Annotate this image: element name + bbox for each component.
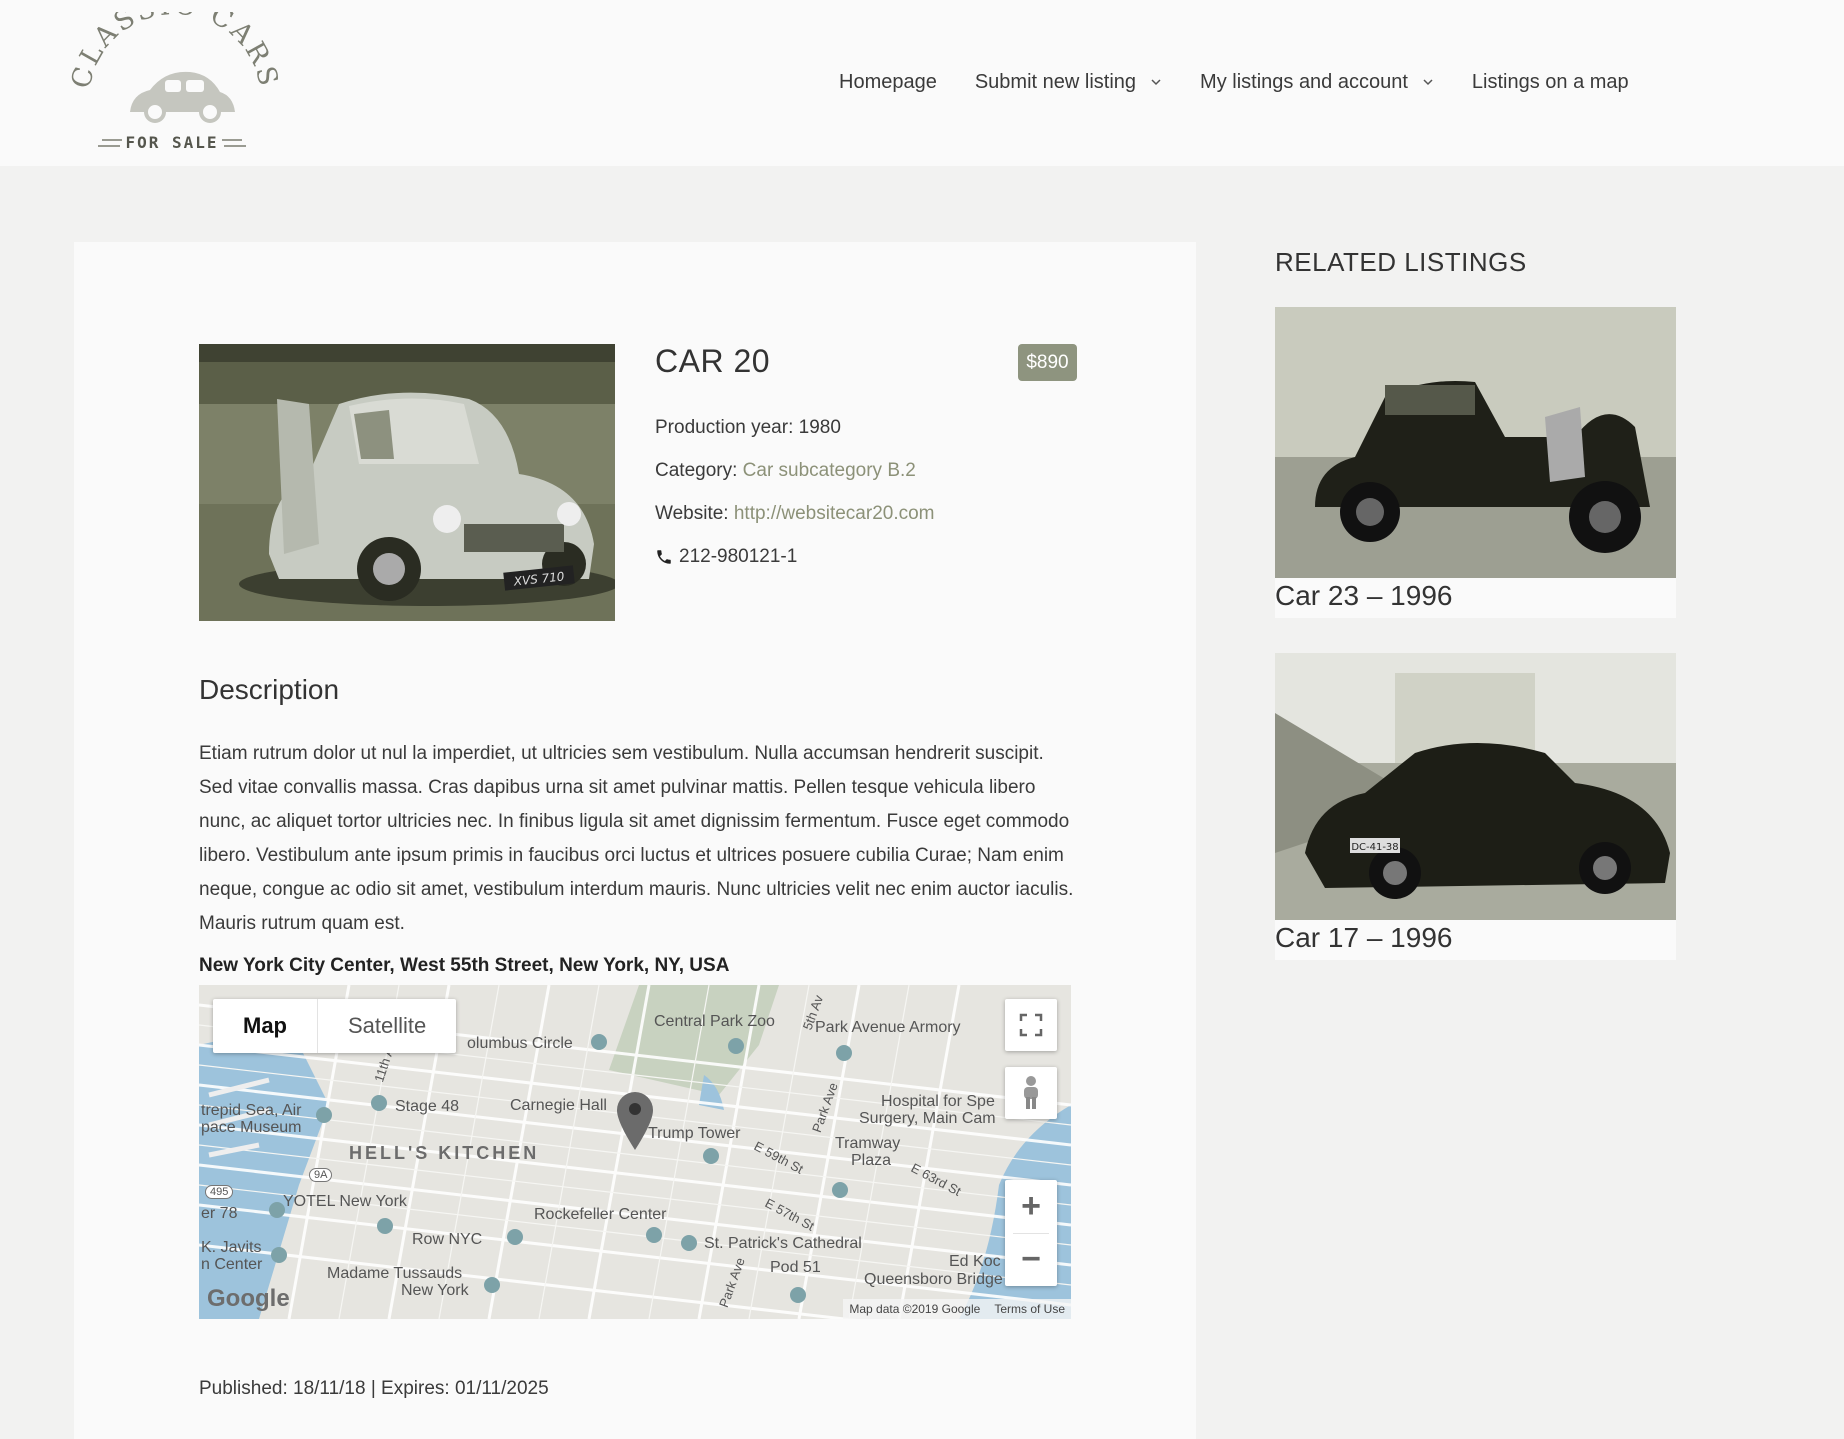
map-label: Park Avenue Armory [815, 1019, 961, 1036]
street-view-pegman-button[interactable] [1005, 1067, 1057, 1119]
nav-label: Submit new listing [974, 70, 1137, 93]
map-label: n Center [201, 1256, 263, 1273]
map-type-map-button[interactable]: Map [213, 999, 318, 1053]
related-listings-heading: RELATED LISTINGS [1275, 247, 1527, 277]
listing-title: CAR 20 [655, 343, 771, 379]
map-label: Hospital for Spe [881, 1093, 995, 1110]
map-label: Stage 48 [395, 1098, 460, 1115]
production-year-label: Production year: [655, 417, 794, 438]
production-year-value: 1980 [798, 417, 841, 438]
map-label: er 78 [201, 1205, 238, 1222]
map-label: Pod 51 [770, 1259, 821, 1276]
map-label: New York [401, 1282, 469, 1299]
map-label: Carnegie Hall [510, 1097, 607, 1114]
related-listing-title[interactable]: Car 17 – 1996 [1275, 920, 1676, 960]
chevron-down-icon [1151, 79, 1161, 86]
website-field: Website: http://websitecar20.com [655, 503, 935, 525]
website-link[interactable]: http://websitecar20.com [734, 503, 935, 524]
related-listing-title[interactable]: Car 23 – 1996 [1275, 578, 1676, 618]
price-badge: $890 [1018, 344, 1077, 381]
map-label: Queensboro Bridge [864, 1271, 1003, 1288]
map-label: Rockefeller Center [534, 1206, 667, 1223]
category-field: Category: Car subcategory B.2 [655, 460, 916, 482]
related-listing-image[interactable]: DC-41-38 [1275, 653, 1676, 920]
map-label: Surgery, Main Cam [859, 1110, 996, 1127]
published-dates: Published: 18/11/18 | Expires: 01/11/202… [199, 1378, 549, 1399]
map-route-shield: 9A [309, 1168, 333, 1182]
related-listing-card[interactable]: Car 23 – 1996 [1275, 307, 1676, 618]
fullscreen-icon [1019, 1013, 1043, 1037]
site-logo[interactable]: CLASSIC CARS FOR SALE [66, 0, 282, 157]
map-label: Ed Koc [949, 1253, 1001, 1270]
nav-item-homepage[interactable]: Homepage [839, 71, 937, 94]
main-nav: Homepage Submit new listing My listings … [839, 64, 1629, 100]
map-data-text: Map data ©2019 Google [849, 1302, 981, 1316]
nav-label: Listings on a map [1471, 70, 1629, 93]
map-type-satellite-button[interactable]: Satellite [318, 999, 456, 1053]
map-label: Row NYC [412, 1231, 483, 1248]
nav-label: Homepage [839, 70, 937, 93]
map-label-district: HELL'S KITCHEN [349, 1143, 540, 1163]
map-label: olumbus Circle [467, 1035, 573, 1052]
site-header: CLASSIC CARS FOR SALE Homepage Submit ne… [0, 0, 1844, 166]
fullscreen-button[interactable] [1005, 999, 1057, 1051]
listing-address: New York City Center, West 55th Street, … [199, 955, 730, 976]
phone-value[interactable]: 212-980121-1 [679, 546, 797, 568]
map-label: trepid Sea, Air [201, 1102, 302, 1119]
location-map[interactable]: Central Park Zoo Park Avenue Armory olum… [199, 985, 1071, 1319]
category-link[interactable]: Car subcategory B.2 [743, 460, 916, 481]
map-label: pace Museum [201, 1119, 302, 1136]
zoom-in-button[interactable]: + [1005, 1180, 1057, 1233]
map-route-shield: 495 [205, 1185, 234, 1199]
logo-subtext: FOR SALE [125, 133, 218, 152]
nav-item-listings-on-map[interactable]: Listings on a map [1472, 71, 1629, 94]
google-logo[interactable]: Google [207, 1285, 290, 1313]
license-plate: DC-41-38 [1351, 842, 1398, 853]
map-label: YOTEL New York [283, 1193, 407, 1210]
nav-label: My listings and account [1200, 70, 1408, 93]
map-attribution: Map data ©2019 Google Terms of Use [843, 1299, 1071, 1319]
production-year-field: Production year: 1980 [655, 417, 841, 439]
zoom-control: + − [1005, 1180, 1057, 1286]
map-label: Tramway [835, 1135, 901, 1152]
map-label: Central Park Zoo [654, 1013, 775, 1030]
category-label: Category: [655, 460, 738, 481]
map-label: Plaza [851, 1152, 892, 1169]
description-heading: Description [199, 674, 340, 705]
website-label: Website: [655, 503, 729, 524]
map-label: K. Javits [201, 1239, 262, 1256]
chevron-down-icon [1423, 79, 1433, 86]
related-listing-image[interactable] [1275, 307, 1676, 578]
nav-item-my-listings[interactable]: My listings and account [1200, 71, 1434, 94]
pegman-icon [1024, 1076, 1038, 1109]
phone-field: 212-980121-1 [655, 546, 797, 568]
nav-item-submit-new-listing[interactable]: Submit new listing [975, 71, 1162, 94]
phone-icon [657, 550, 671, 564]
map-label: Trump Tower [648, 1125, 741, 1142]
map-type-control: Map Satellite [213, 999, 457, 1053]
zoom-out-button[interactable]: − [1005, 1233, 1057, 1286]
map-label: St. Patrick's Cathedral [704, 1235, 862, 1252]
listing-main-image[interactable]: XVS 710 [199, 344, 615, 621]
map-label: Madame Tussauds [327, 1265, 463, 1282]
terms-of-use-link[interactable]: Terms of Use [994, 1302, 1065, 1316]
description-text: Etiam rutrum dolor ut nul la imperdiet, … [199, 743, 1074, 934]
related-listing-card[interactable]: DC-41-38 Car 17 – 1996 [1275, 653, 1676, 960]
